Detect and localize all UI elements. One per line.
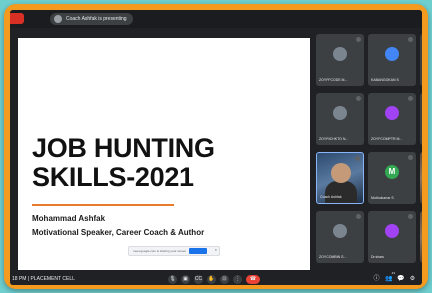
participant-tile[interactable]: ZOYFFCODE M... [316,34,364,86]
muted-mic-icon [356,37,361,42]
participant-avatar [333,224,347,238]
participant-name: ZOYFFCODE M... [319,78,348,82]
participant-avatar [333,47,347,61]
participant-name: Muthukumar S [371,196,394,200]
participant-tile[interactable]: MMUTHU SELVI [420,34,422,86]
top-bar: Coach Ashfak is presenting [10,10,422,28]
info-icon[interactable]: ⓘ [373,276,380,283]
presenter-avatar [54,15,62,23]
slide-presenter-role: Motivational Speaker, Career Coach & Aut… [32,228,205,237]
participant-tile[interactable]: ZOYRICHKTO N... [316,93,364,145]
participant-tile[interactable] [420,152,422,204]
present-icon[interactable]: ⊡ [220,275,229,284]
slide-title-line-2: SKILLS-2021 [32,162,194,192]
presenting-chip[interactable]: Coach Ashfak is presenting [50,13,133,25]
camera-icon[interactable]: ▣ [181,275,190,284]
participant-avatar [385,47,399,61]
muted-mic-icon [356,214,361,219]
muted-mic-icon [356,96,361,101]
participant-tile[interactable]: ZOYFCOMPTR M... [368,93,416,145]
participant-tile[interactable]: Dr.sharu [368,211,416,263]
participant-name: ZOYCOMBIN S... [319,255,347,259]
raise-hand-icon[interactable]: ✋ [207,275,216,284]
recording-badge [10,13,24,24]
participant-video-body [325,181,357,203]
participant-tile[interactable]: KABANGOKAN S [368,34,416,86]
people-icon[interactable]: 👥 [385,276,392,283]
participant-tile[interactable]: Coach Ashfak [316,152,364,204]
shared-slide: JOB HUNTING SKILLS-2021 Mohammad Ashfak … [18,38,310,270]
screen-share-banner: meet.google.com is sharing your screen ✕ [128,246,220,256]
presenting-label: Coach Ashfak is presenting [66,16,127,22]
participant-name: Coach Ashfak [320,195,342,199]
slide-divider [32,204,174,206]
more-options-icon[interactable]: ⋮ [233,275,242,284]
side-controls: ⓘ 👥 💬 ⚙ [373,274,416,285]
participant-avatar: M [385,165,399,179]
participant-name: KABANGOKAN S [371,78,399,82]
muted-mic-icon [408,37,413,42]
muted-mic-icon [355,156,360,161]
activities-icon[interactable]: ⚙ [409,276,416,283]
call-controls: 🎙 ▣ CC ✋ ⊡ ⋮ ☎ [168,274,260,285]
participant-tile[interactable] [420,211,422,263]
muted-mic-icon [408,96,413,101]
participant-name: ZOYFCOMPTR M... [371,137,403,141]
meet-window: Coach Ashfak is presenting JOB HUNTING S… [10,10,422,285]
captions-icon[interactable]: CC [194,275,203,284]
chat-icon[interactable]: 💬 [397,276,404,283]
share-banner-text: meet.google.com is sharing your screen [133,249,187,253]
end-call-icon[interactable]: ☎ [246,275,260,284]
people-count-badge: 43 [391,271,395,275]
muted-mic-icon [408,155,413,160]
participant-tile[interactable]: SSETHUNATHAN [420,93,422,145]
slide-title: JOB HUNTING SKILLS-2021 [32,134,302,192]
hide-banner-button[interactable]: ✕ [214,248,217,252]
mic-icon[interactable]: 🎙 [168,275,177,284]
participant-name: Dr.sharu [371,255,385,259]
participant-avatar [385,106,399,120]
participant-tile[interactable]: M Muthukumar S [368,152,416,204]
participant-grid: ZOYFFCODE M... KABANGOKAN S MMUTHU SELVI ZO… [316,34,422,272]
bottom-bar: 18 PM | PLACEMENT CELL 🎙 ▣ CC ✋ ⊡ ⋮ ☎ ⓘ … [10,271,422,285]
participant-avatar [385,224,399,238]
slide-presenter-name: Mohammad Ashfak [32,214,106,223]
participant-name: ZOYRICHKTO N... [319,137,349,141]
meeting-info: 18 PM | PLACEMENT CELL [12,276,75,282]
participant-tile[interactable]: ZOYCOMBIN S... [316,211,364,263]
participant-avatar [333,106,347,120]
muted-mic-icon [408,214,413,219]
participant-video-face [331,163,351,183]
slide-title-line-1: JOB HUNTING [32,133,215,163]
stop-sharing-button[interactable] [189,248,207,254]
